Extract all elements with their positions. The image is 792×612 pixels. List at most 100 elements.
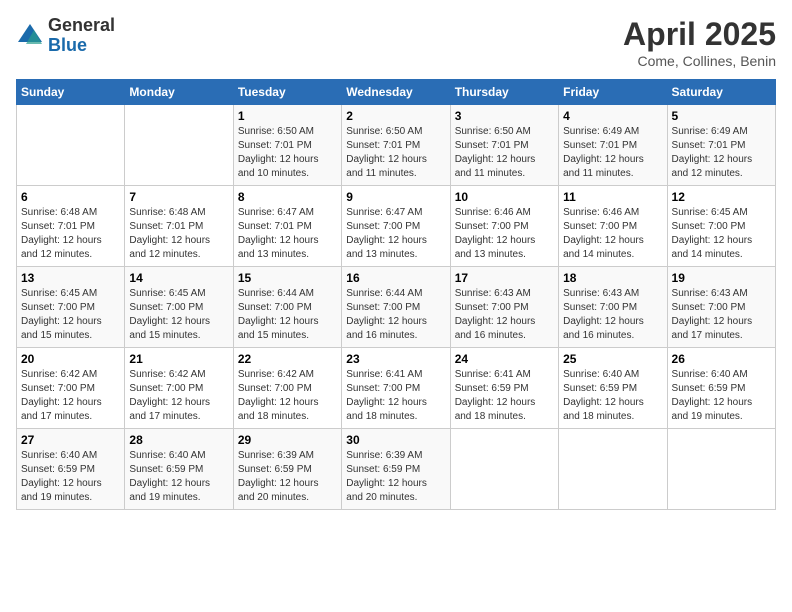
day-number: 3 xyxy=(455,109,554,123)
day-number: 5 xyxy=(672,109,771,123)
weekday-header: Monday xyxy=(125,80,233,105)
day-number: 24 xyxy=(455,352,554,366)
day-info: Sunrise: 6:44 AMSunset: 7:00 PMDaylight:… xyxy=(346,287,445,343)
calendar-week-row: 13 Sunrise: 6:45 AMSunset: 7:00 PMDayligh… xyxy=(17,267,776,348)
logo-icon xyxy=(16,22,44,50)
day-info: Sunrise: 6:43 AMSunset: 7:00 PMDaylight:… xyxy=(563,287,662,343)
day-info: Sunrise: 6:40 AMSunset: 6:59 PMDaylight:… xyxy=(563,368,662,424)
day-info: Sunrise: 6:40 AMSunset: 6:59 PMDaylight:… xyxy=(672,368,771,424)
day-number: 2 xyxy=(346,109,445,123)
day-number: 21 xyxy=(129,352,228,366)
day-number: 18 xyxy=(563,271,662,285)
calendar-cell: 29 Sunrise: 6:39 AMSunset: 6:59 PMDayligh… xyxy=(233,429,341,510)
day-number: 12 xyxy=(672,190,771,204)
logo: General Blue xyxy=(16,16,115,56)
calendar-cell xyxy=(450,429,558,510)
calendar-cell: 11 Sunrise: 6:46 AMSunset: 7:00 PMDayligh… xyxy=(559,186,667,267)
day-number: 23 xyxy=(346,352,445,366)
weekday-header: Thursday xyxy=(450,80,558,105)
day-info: Sunrise: 6:46 AMSunset: 7:00 PMDaylight:… xyxy=(563,206,662,262)
day-number: 8 xyxy=(238,190,337,204)
day-info: Sunrise: 6:49 AMSunset: 7:01 PMDaylight:… xyxy=(672,125,771,181)
calendar-cell: 5 Sunrise: 6:49 AMSunset: 7:01 PMDaylight… xyxy=(667,105,775,186)
day-number: 27 xyxy=(21,433,120,447)
day-number: 1 xyxy=(238,109,337,123)
day-info: Sunrise: 6:42 AMSunset: 7:00 PMDaylight:… xyxy=(129,368,228,424)
weekday-header-row: SundayMondayTuesdayWednesdayThursdayFrid… xyxy=(17,80,776,105)
day-number: 14 xyxy=(129,271,228,285)
day-number: 11 xyxy=(563,190,662,204)
logo-blue-text: Blue xyxy=(48,36,115,56)
title-area: April 2025 Come, Collines, Benin xyxy=(623,16,776,69)
calendar-cell: 2 Sunrise: 6:50 AMSunset: 7:01 PMDaylight… xyxy=(342,105,450,186)
calendar-table: SundayMondayTuesdayWednesdayThursdayFrid… xyxy=(16,79,776,510)
day-number: 19 xyxy=(672,271,771,285)
day-number: 4 xyxy=(563,109,662,123)
calendar-cell: 22 Sunrise: 6:42 AMSunset: 7:00 PMDayligh… xyxy=(233,348,341,429)
calendar-cell: 9Sunrise: 6:47 AMSunset: 7:00 PMDaylight… xyxy=(342,186,450,267)
calendar-cell: 14 Sunrise: 6:45 AMSunset: 7:00 PMDayligh… xyxy=(125,267,233,348)
day-number: 29 xyxy=(238,433,337,447)
day-info: Sunrise: 6:50 AMSunset: 7:01 PMDaylight:… xyxy=(455,125,554,181)
day-info: Sunrise: 6:40 AMSunset: 6:59 PMDaylight:… xyxy=(129,449,228,505)
day-info: Sunrise: 6:42 AMSunset: 7:00 PMDaylight:… xyxy=(238,368,337,424)
calendar-cell: 7 Sunrise: 6:48 AMSunset: 7:01 PMDaylight… xyxy=(125,186,233,267)
day-info: Sunrise: 6:41 AMSunset: 6:59 PMDaylight:… xyxy=(455,368,554,424)
day-number: 22 xyxy=(238,352,337,366)
day-number: 16 xyxy=(346,271,445,285)
calendar-cell: 13 Sunrise: 6:45 AMSunset: 7:00 PMDayligh… xyxy=(17,267,125,348)
day-number: 28 xyxy=(129,433,228,447)
day-info: Sunrise: 6:47 AMSunset: 7:00 PMDaylight:… xyxy=(346,206,445,262)
day-info: Sunrise: 6:50 AMSunset: 7:01 PMDaylight:… xyxy=(346,125,445,181)
calendar-cell: 25 Sunrise: 6:40 AMSunset: 6:59 PMDayligh… xyxy=(559,348,667,429)
calendar-cell xyxy=(559,429,667,510)
day-info: Sunrise: 6:43 AMSunset: 7:00 PMDaylight:… xyxy=(455,287,554,343)
day-number: 15 xyxy=(238,271,337,285)
day-info: Sunrise: 6:39 AMSunset: 6:59 PMDaylight:… xyxy=(238,449,337,505)
day-info: Sunrise: 6:48 AMSunset: 7:01 PMDaylight:… xyxy=(21,206,120,262)
calendar-cell xyxy=(667,429,775,510)
day-info: Sunrise: 6:40 AMSunset: 6:59 PMDaylight:… xyxy=(21,449,120,505)
day-info: Sunrise: 6:44 AMSunset: 7:00 PMDaylight:… xyxy=(238,287,337,343)
calendar-cell: 16 Sunrise: 6:44 AMSunset: 7:00 PMDayligh… xyxy=(342,267,450,348)
weekday-header: Wednesday xyxy=(342,80,450,105)
day-number: 7 xyxy=(129,190,228,204)
calendar-cell: 28 Sunrise: 6:40 AMSunset: 6:59 PMDayligh… xyxy=(125,429,233,510)
logo-general-text: General xyxy=(48,16,115,36)
day-info: Sunrise: 6:45 AMSunset: 7:00 PMDaylight:… xyxy=(672,206,771,262)
calendar-cell: 19Sunrise: 6:43 AMSunset: 7:00 PMDayligh… xyxy=(667,267,775,348)
calendar-week-row: 20Sunrise: 6:42 AMSunset: 7:00 PMDayligh… xyxy=(17,348,776,429)
subtitle: Come, Collines, Benin xyxy=(623,53,776,69)
day-info: Sunrise: 6:49 AMSunset: 7:01 PMDaylight:… xyxy=(563,125,662,181)
day-number: 26 xyxy=(672,352,771,366)
weekday-header: Tuesday xyxy=(233,80,341,105)
calendar-cell: 21 Sunrise: 6:42 AMSunset: 7:00 PMDayligh… xyxy=(125,348,233,429)
calendar-cell: 3 Sunrise: 6:50 AMSunset: 7:01 PMDaylight… xyxy=(450,105,558,186)
day-number: 6 xyxy=(21,190,120,204)
calendar-cell: 1 Sunrise: 6:50 AMSunset: 7:01 PMDaylight… xyxy=(233,105,341,186)
calendar-cell: 12 Sunrise: 6:45 AMSunset: 7:00 PMDayligh… xyxy=(667,186,775,267)
day-info: Sunrise: 6:47 AMSunset: 7:01 PMDaylight:… xyxy=(238,206,337,262)
day-number: 30 xyxy=(346,433,445,447)
calendar-week-row: 6 Sunrise: 6:48 AMSunset: 7:01 PMDaylight… xyxy=(17,186,776,267)
day-info: Sunrise: 6:42 AMSunset: 7:00 PMDaylight:… xyxy=(21,368,120,424)
calendar-cell: 30 Sunrise: 6:39 AMSunset: 6:59 PMDayligh… xyxy=(342,429,450,510)
calendar-cell: 26 Sunrise: 6:40 AMSunset: 6:59 PMDayligh… xyxy=(667,348,775,429)
calendar-cell: 10 Sunrise: 6:46 AMSunset: 7:00 PMDayligh… xyxy=(450,186,558,267)
calendar-cell: 27 Sunrise: 6:40 AMSunset: 6:59 PMDayligh… xyxy=(17,429,125,510)
calendar-cell: 15 Sunrise: 6:44 AMSunset: 7:00 PMDayligh… xyxy=(233,267,341,348)
main-title: April 2025 xyxy=(623,16,776,53)
day-info: Sunrise: 6:48 AMSunset: 7:01 PMDaylight:… xyxy=(129,206,228,262)
day-number: 25 xyxy=(563,352,662,366)
day-info: Sunrise: 6:50 AMSunset: 7:01 PMDaylight:… xyxy=(238,125,337,181)
calendar-cell xyxy=(17,105,125,186)
day-info: Sunrise: 6:45 AMSunset: 7:00 PMDaylight:… xyxy=(129,287,228,343)
calendar-week-row: 27 Sunrise: 6:40 AMSunset: 6:59 PMDayligh… xyxy=(17,429,776,510)
day-number: 13 xyxy=(21,271,120,285)
day-info: Sunrise: 6:39 AMSunset: 6:59 PMDaylight:… xyxy=(346,449,445,505)
day-info: Sunrise: 6:45 AMSunset: 7:00 PMDaylight:… xyxy=(21,287,120,343)
calendar-cell: 18 Sunrise: 6:43 AMSunset: 7:00 PMDayligh… xyxy=(559,267,667,348)
day-number: 10 xyxy=(455,190,554,204)
calendar-cell xyxy=(125,105,233,186)
day-info: Sunrise: 6:46 AMSunset: 7:00 PMDaylight:… xyxy=(455,206,554,262)
